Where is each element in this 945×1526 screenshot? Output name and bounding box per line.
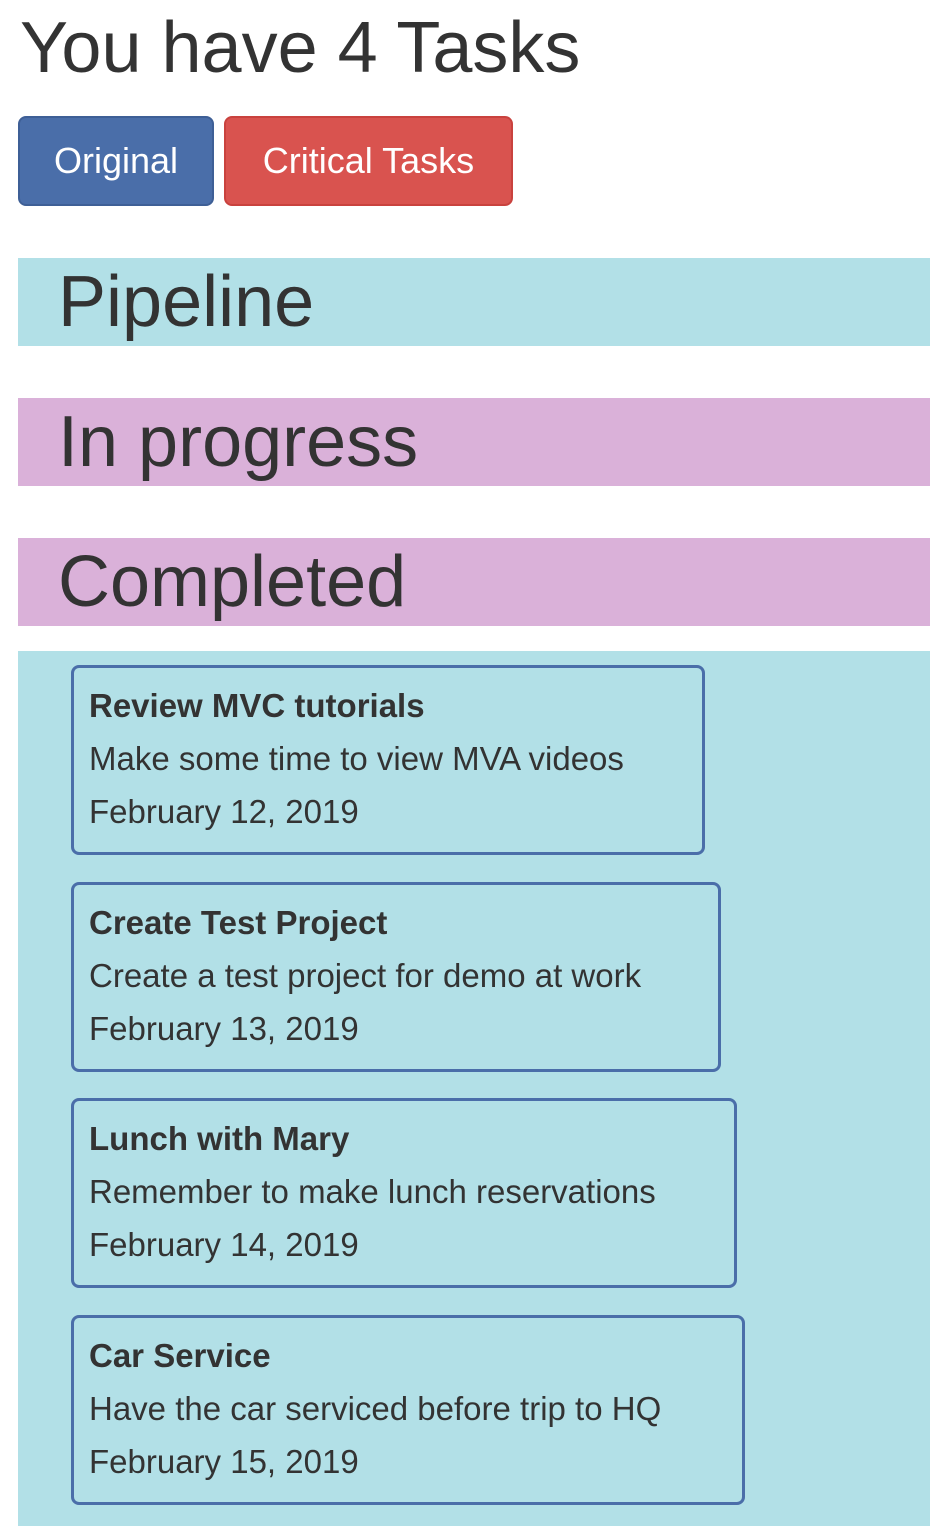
task-date: February 12, 2019: [89, 793, 359, 830]
task-card[interactable]: Lunch with Mary Remember to make lunch r…: [71, 1098, 737, 1288]
task-board-page: You have 4 Tasks Original Critical Tasks…: [0, 0, 945, 1526]
task-description: Make some time to view MVA videos: [89, 740, 624, 777]
task-date: February 13, 2019: [89, 1010, 359, 1047]
task-date: February 15, 2019: [89, 1443, 359, 1480]
in-progress-section-header: In progress: [18, 398, 930, 486]
original-button[interactable]: Original: [18, 116, 214, 206]
pipeline-section-header: Pipeline: [18, 258, 930, 346]
task-title: Create Test Project: [89, 904, 388, 941]
task-list: Review MVC tutorials Make some time to v…: [18, 651, 930, 1526]
task-description: Remember to make lunch reservations: [89, 1173, 656, 1210]
completed-section-header: Completed: [18, 538, 930, 626]
in-progress-section-label: In progress: [58, 402, 419, 482]
task-card[interactable]: Car Service Have the car serviced before…: [71, 1315, 745, 1505]
task-card[interactable]: Create Test Project Create a test projec…: [71, 882, 721, 1072]
task-description: Have the car serviced before trip to HQ: [89, 1390, 662, 1427]
task-date: February 14, 2019: [89, 1226, 359, 1263]
critical-tasks-button[interactable]: Critical Tasks: [224, 116, 513, 206]
page-title: You have 4 Tasks: [20, 8, 581, 88]
completed-section-label: Completed: [58, 542, 407, 622]
task-title: Review MVC tutorials: [89, 687, 425, 724]
task-title: Car Service: [89, 1337, 271, 1374]
task-title: Lunch with Mary: [89, 1120, 350, 1157]
pipeline-section-label: Pipeline: [58, 262, 315, 342]
task-card[interactable]: Review MVC tutorials Make some time to v…: [71, 665, 705, 855]
task-description: Create a test project for demo at work: [89, 957, 642, 994]
